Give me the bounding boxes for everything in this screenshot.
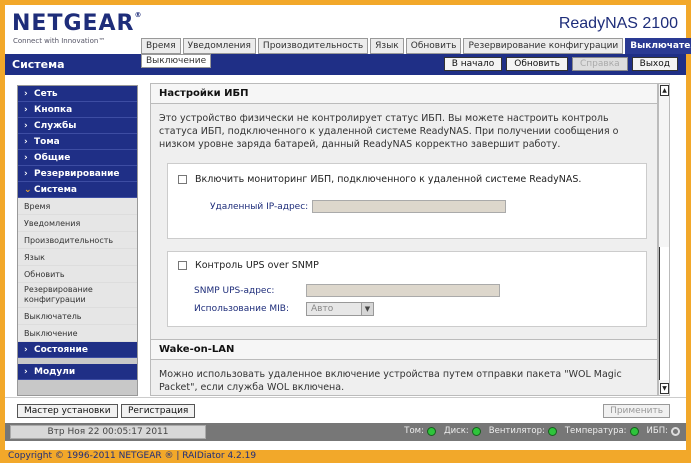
ups-section-title: Настройки ИБП <box>151 84 657 104</box>
sidebar-item-performance[interactable]: Производительность <box>18 232 137 249</box>
snmp-ups-group: Контроль UPS over SNMP SNMP UPS-адрес: И… <box>167 251 647 327</box>
remote-ups-label: Включить мониторинг ИБП, подключенного к… <box>195 174 582 185</box>
chevron-down-icon: ⌄ <box>24 185 32 195</box>
sidebar-item-update[interactable]: Обновить <box>18 266 137 283</box>
chevron-right-icon: › <box>24 137 28 147</box>
sidebar-cat-services[interactable]: › Службы <box>18 118 137 134</box>
chevron-right-icon: › <box>24 367 28 377</box>
wol-description: Можно использовать удаленное включение у… <box>159 369 622 393</box>
snmp-ups-checkbox[interactable] <box>178 261 187 270</box>
title-bar: Система Выключение В начало Обновить Спр… <box>5 54 686 75</box>
remote-ups-row: Включить мониторинг ИБП, подключенного к… <box>178 174 581 185</box>
sidebar-item-config-backup[interactable]: Резервирование конфигурации <box>18 283 137 308</box>
tab-performance[interactable]: Производительность <box>257 38 369 54</box>
sidebar: › Сеть › Кнопка › Службы › Тома › Общие › Резе… <box>17 85 138 396</box>
main-panel: Настройки ИБП Это устройство физически н… <box>150 83 658 396</box>
wol-section-title: Wake-on-LAN <box>151 339 657 360</box>
sidebar-cat-backup[interactable]: › Резервирование <box>18 166 137 182</box>
status-off-icon <box>671 426 680 436</box>
register-button[interactable]: Регистрация <box>121 404 196 418</box>
tab-update[interactable]: Обновить <box>405 38 462 54</box>
chevron-right-icon: › <box>24 105 28 115</box>
status-ok-icon <box>426 426 436 436</box>
remote-ip-field[interactable] <box>312 200 507 213</box>
snmp-ups-label: Контроль UPS over SNMP <box>195 260 319 271</box>
app-window: NETGEAR® Connect with Innovation™ ReadyN… <box>5 5 691 450</box>
temp-status[interactable]: Температура: <box>565 426 639 436</box>
datetime-display: Втр Ноя 22 00:05:17 2011 <box>10 425 206 439</box>
chevron-right-icon: › <box>24 169 28 179</box>
mib-select[interactable]: Авто ▼ <box>306 302 374 316</box>
sidebar-cat-system[interactable]: ⌄ Система <box>18 182 137 198</box>
sidebar-cat-button[interactable]: › Кнопка <box>18 102 137 118</box>
status-ok-icon <box>547 426 557 436</box>
logout-button[interactable]: Выход <box>631 57 678 71</box>
header: NETGEAR® Connect with Innovation™ ReadyN… <box>5 5 691 55</box>
netgear-logo: NETGEAR® <box>12 11 143 36</box>
chevron-right-icon: › <box>24 89 28 99</box>
status-indicators: Том: Диск: Вентилятор: Температура: ИБП: <box>404 426 680 436</box>
help-button[interactable]: Справка <box>572 57 628 71</box>
refresh-button[interactable]: Обновить <box>506 57 568 71</box>
sidebar-item-alerts[interactable]: Уведомления <box>18 215 137 232</box>
mib-selected-value: Авто <box>311 304 334 314</box>
sidebar-cat-modules[interactable]: › Модули <box>18 364 137 380</box>
main-scrollbar[interactable]: ▲ ▼ <box>658 83 670 396</box>
snmp-addr-field[interactable] <box>306 284 500 297</box>
chevron-right-icon: › <box>24 153 28 163</box>
copyright: Copyright © 1996-2011 NETGEAR ® | RAIDia… <box>8 451 257 461</box>
fan-status[interactable]: Вентилятор: <box>489 426 557 436</box>
tab-alerts[interactable]: Уведомления <box>182 38 256 54</box>
tab-language[interactable]: Язык <box>370 38 404 54</box>
mib-row: Использование MIB: Авто ▼ <box>194 302 374 316</box>
remote-ups-group: Включить мониторинг ИБП, подключенного к… <box>167 163 647 239</box>
scroll-down-icon[interactable]: ▼ <box>660 383 669 394</box>
chevron-right-icon: › <box>24 121 28 131</box>
apply-button[interactable]: Применить <box>603 404 670 418</box>
remote-ups-checkbox[interactable] <box>178 175 187 184</box>
status-ok-icon <box>629 426 639 436</box>
chevron-right-icon: › <box>24 345 28 355</box>
content-area: › Сеть › Кнопка › Службы › Тома › Общие › Резе… <box>5 75 686 397</box>
snmp-ups-row: Контроль UPS over SNMP <box>178 260 319 271</box>
disk-status[interactable]: Диск: <box>444 426 481 436</box>
chevron-down-icon: ▼ <box>361 303 373 315</box>
sidebar-cat-network[interactable]: › Сеть <box>18 86 137 102</box>
sidebar-item-shutdown[interactable]: Выключение <box>18 325 137 342</box>
sidebar-cat-status[interactable]: › Состояние <box>18 342 137 358</box>
scroll-thumb[interactable] <box>659 247 669 380</box>
ups-description: Это устройство физически не контролирует… <box>159 113 619 150</box>
sidebar-item-language[interactable]: Язык <box>18 249 137 266</box>
remote-ip-row: Удаленный IP-адрес: <box>210 200 507 213</box>
home-button[interactable]: В начало <box>443 57 503 71</box>
page-title: Система <box>12 58 65 71</box>
mib-label: Использование MIB: <box>194 304 289 314</box>
scroll-up-icon[interactable]: ▲ <box>660 85 669 96</box>
sidebar-item-time[interactable]: Время <box>18 198 137 215</box>
subtab-shutdown[interactable]: Выключение <box>141 54 212 68</box>
product-name: ReadyNAS 2100 <box>558 15 678 32</box>
sidebar-cat-shares[interactable]: › Общие <box>18 150 137 166</box>
logo-tagline: Connect with Innovation™ <box>13 37 106 45</box>
tab-power[interactable]: Выключатель <box>625 38 691 54</box>
volume-status[interactable]: Том: <box>404 426 436 436</box>
status-bar: Втр Ноя 22 00:05:17 2011 Том: Диск: Вент… <box>5 423 686 441</box>
tab-bar: Время Уведомления Производительность Язы… <box>141 38 691 54</box>
status-ok-icon <box>471 426 481 436</box>
ups-status[interactable]: ИБП: <box>647 426 680 436</box>
tab-time[interactable]: Время <box>141 38 181 54</box>
sidebar-item-power[interactable]: Выключатель <box>18 308 137 325</box>
nav-buttons: В начало Обновить Справка Выход <box>443 57 678 71</box>
sidebar-cat-volumes[interactable]: › Тома <box>18 134 137 150</box>
bottom-bar: Мастер установки Регистрация Применить <box>5 397 686 423</box>
snmp-addr-row: SNMP UPS-адрес: <box>194 284 500 297</box>
setup-wizard-button[interactable]: Мастер установки <box>17 404 118 418</box>
tab-config-backup[interactable]: Резервирование конфигурации <box>463 38 624 54</box>
snmp-addr-label: SNMP UPS-адрес: <box>194 285 275 296</box>
remote-ip-label: Удаленный IP-адрес: <box>210 201 309 212</box>
